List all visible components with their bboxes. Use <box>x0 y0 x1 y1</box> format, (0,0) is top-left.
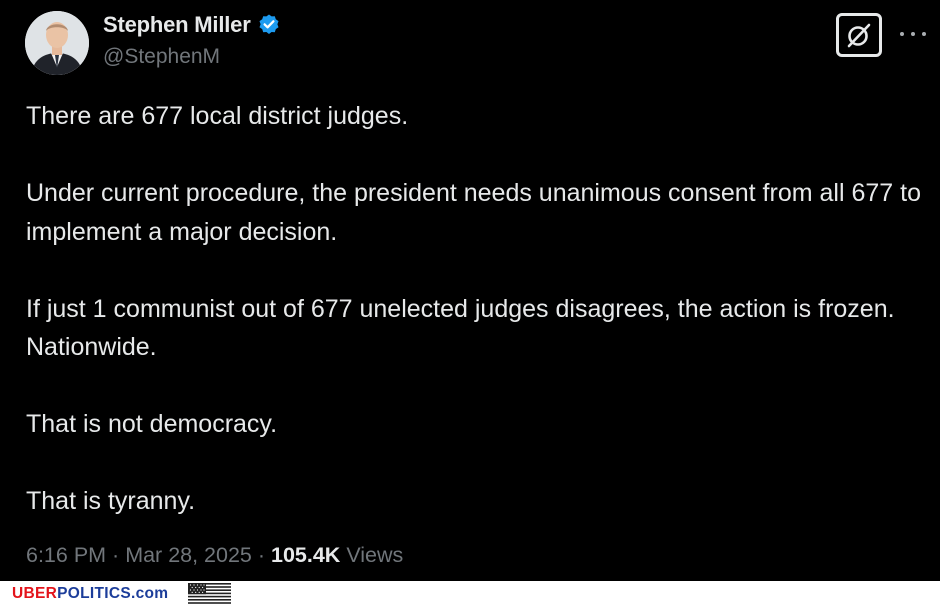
meta-separator: · <box>251 543 271 567</box>
tweet-paragraph: That is not democracy. <box>26 410 278 438</box>
avatar[interactable] <box>25 11 89 75</box>
more-horizontal-icon <box>911 32 915 36</box>
author-handle[interactable]: @StephenM <box>103 45 220 69</box>
meta-separator: · <box>106 543 126 567</box>
grok-button[interactable] <box>836 13 882 57</box>
verified-badge-icon[interactable] <box>257 13 281 37</box>
author-display-name[interactable]: Stephen Miller <box>103 12 251 38</box>
tweet-date[interactable]: Mar 28, 2025 <box>125 543 252 567</box>
author-name-row: Stephen Miller <box>103 12 281 38</box>
brand-logo: UBERPOLITICS.com <box>12 585 168 603</box>
more-horizontal-icon <box>900 32 904 36</box>
tweet-paragraph: If just 1 communist out of 677 unelected… <box>26 294 895 362</box>
us-flag-icon <box>188 583 231 604</box>
tweet-card: Stephen Miller @StephenM There are 677 l… <box>0 0 940 581</box>
tweet-meta: 6:16 PM · Mar 28, 2025 · 105.4K Views <box>26 543 403 568</box>
more-horizontal-icon <box>922 32 926 36</box>
tweet-paragraph: Under current procedure, the president n… <box>26 179 921 246</box>
tweet-paragraph: There are 677 local district judges. <box>26 102 409 130</box>
tweet-text: There are 677 local district judges. Und… <box>26 97 926 521</box>
more-options-button[interactable] <box>900 24 926 44</box>
views-count[interactable]: 105.4K <box>271 543 340 567</box>
tweet-paragraph: That is tyranny. <box>26 487 196 515</box>
views-label: Views <box>346 543 404 567</box>
grok-icon <box>847 23 871 48</box>
watermark-footer: UBERPOLITICS.com <box>0 581 940 606</box>
avatar-image <box>25 11 89 75</box>
tweet-time[interactable]: 6:16 PM <box>26 543 106 567</box>
brand-logo-part1: UBER <box>12 585 58 602</box>
brand-logo-part2: POLITICS.com <box>57 585 169 602</box>
